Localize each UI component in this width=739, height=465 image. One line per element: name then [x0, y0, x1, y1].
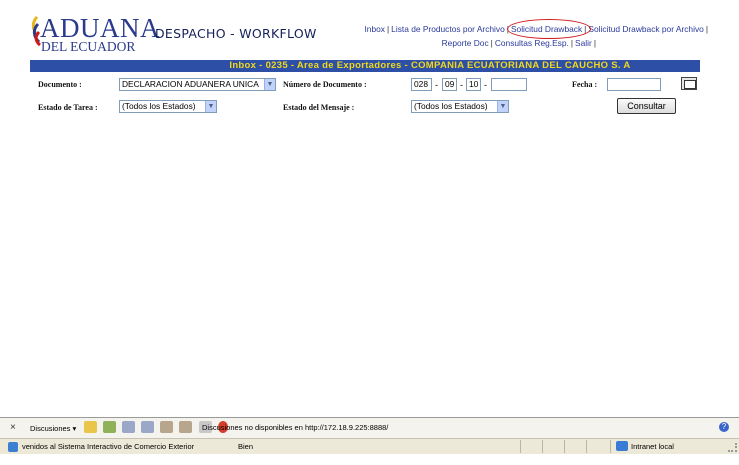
status-bar: venidos al Sistema Interactivo de Comerc…: [0, 438, 739, 454]
status-done: Bien: [238, 442, 254, 451]
nav-separator: |: [570, 38, 574, 48]
chevron-down-icon[interactable]: ▼: [264, 79, 275, 90]
nav-separator: |: [386, 24, 390, 34]
edit-note-icon[interactable]: [122, 421, 136, 433]
status-divider: [564, 440, 565, 453]
discussions-dropdown[interactable]: Discusiones ▾: [30, 424, 76, 433]
close-icon[interactable]: ×: [10, 422, 16, 433]
nav-row-1: Inbox | Lista de Productos por Archivo | Sol…: [296, 19, 710, 39]
calendar-icon[interactable]: [681, 77, 697, 90]
numero-documento-part2[interactable]: 09: [442, 78, 457, 91]
chevron-down-icon[interactable]: ▼: [497, 101, 508, 112]
documento-select-value: DECLARACION ADUANERA UNICA: [122, 79, 259, 89]
help-icon[interactable]: ?: [719, 422, 729, 432]
documento-select[interactable]: DECLARACION ADUANERA UNICA ▼: [119, 78, 276, 91]
status-divider: [586, 440, 587, 453]
estado-tarea-select[interactable]: (Todos los Estados) ▼: [119, 100, 217, 113]
resize-grip-icon[interactable]: [728, 443, 737, 452]
nav-link-lista-productos[interactable]: Lista de Productos por Archivo: [391, 24, 505, 34]
intranet-zone-icon: [616, 441, 628, 451]
top-navigation: Inbox | Lista de Productos por Archivo | Sol…: [296, 19, 710, 50]
add-note-icon[interactable]: [103, 421, 117, 433]
logo-text-aduana: ADUANA: [40, 13, 160, 43]
inbox-banner: Inbox - 0235 - Area de Exportadores - CO…: [30, 60, 700, 72]
reply-note-icon[interactable]: [141, 421, 155, 433]
chevron-down-icon[interactable]: ▼: [205, 101, 216, 112]
browser-page: ADUANA DEL ECUADOR DESPACHO - WORKFLOW I…: [0, 0, 739, 465]
nav-separator: |: [705, 24, 708, 34]
nav-link-consultas-reg-esp[interactable]: Consultas Reg.Esp.: [495, 38, 569, 48]
expand-discussion-icon[interactable]: [160, 421, 174, 433]
nav-link-inbox[interactable]: Inbox: [364, 24, 385, 34]
nav-separator: |: [593, 38, 596, 48]
discussions-toolbar: × Discusiones ▾ Discusiones no disponibl…: [0, 418, 739, 438]
estado-mensaje-select[interactable]: (Todos los Estados) ▼: [411, 100, 509, 113]
fecha-input[interactable]: [607, 78, 661, 91]
nav-link-reporte-doc[interactable]: Reporte Doc: [442, 38, 489, 48]
red-circle-annotation: [506, 19, 591, 39]
estado-mensaje-select-value: (Todos los Estados): [414, 101, 488, 111]
estado-mensaje-label: Estado del Mensaje :: [283, 103, 355, 112]
highlighted-nav-item: Solicitud Drawback: [506, 19, 591, 39]
logo-text-ecuador: DEL ECUADOR: [41, 39, 136, 54]
insert-discussion-icon[interactable]: [84, 421, 97, 433]
status-message: venidos al Sistema Interactivo de Comerc…: [22, 442, 195, 451]
estado-tarea-select-value: (Todos los Estados): [122, 101, 196, 111]
dash-separator: -: [460, 80, 463, 90]
numero-documento-part4[interactable]: [491, 78, 527, 91]
nav-link-solicitud-drawback-archivo[interactable]: Solicitud Drawback por Archivo: [588, 24, 703, 34]
nav-row-2: Reporte Doc | Consultas Reg.Esp. | Salir |: [296, 36, 710, 50]
ie-page-icon: [8, 442, 18, 452]
status-divider: [542, 440, 543, 453]
estado-tarea-label: Estado de Tarea :: [38, 103, 98, 112]
numero-documento-label: Número de Documento :: [283, 80, 367, 89]
dash-separator: -: [435, 80, 438, 90]
app-title: DESPACHO - WORKFLOW: [155, 26, 317, 41]
collapse-discussion-icon[interactable]: [179, 421, 193, 433]
numero-documento-part1[interactable]: 028: [411, 78, 432, 91]
nav-link-salir[interactable]: Salir: [575, 38, 592, 48]
discussions-message: Discusiones no disponibles en http://172…: [202, 423, 389, 432]
documento-label: Documento :: [38, 80, 82, 89]
aduana-logo: ADUANA DEL ECUADOR: [30, 14, 160, 56]
security-zone: Intranet local: [631, 442, 674, 451]
nav-separator: |: [490, 38, 493, 48]
consultar-button[interactable]: Consultar: [617, 98, 676, 114]
fecha-label: Fecha :: [572, 80, 598, 89]
status-divider: [520, 440, 521, 453]
dash-separator: -: [484, 80, 487, 90]
numero-documento-part3[interactable]: 10: [466, 78, 481, 91]
status-divider: [610, 440, 611, 453]
